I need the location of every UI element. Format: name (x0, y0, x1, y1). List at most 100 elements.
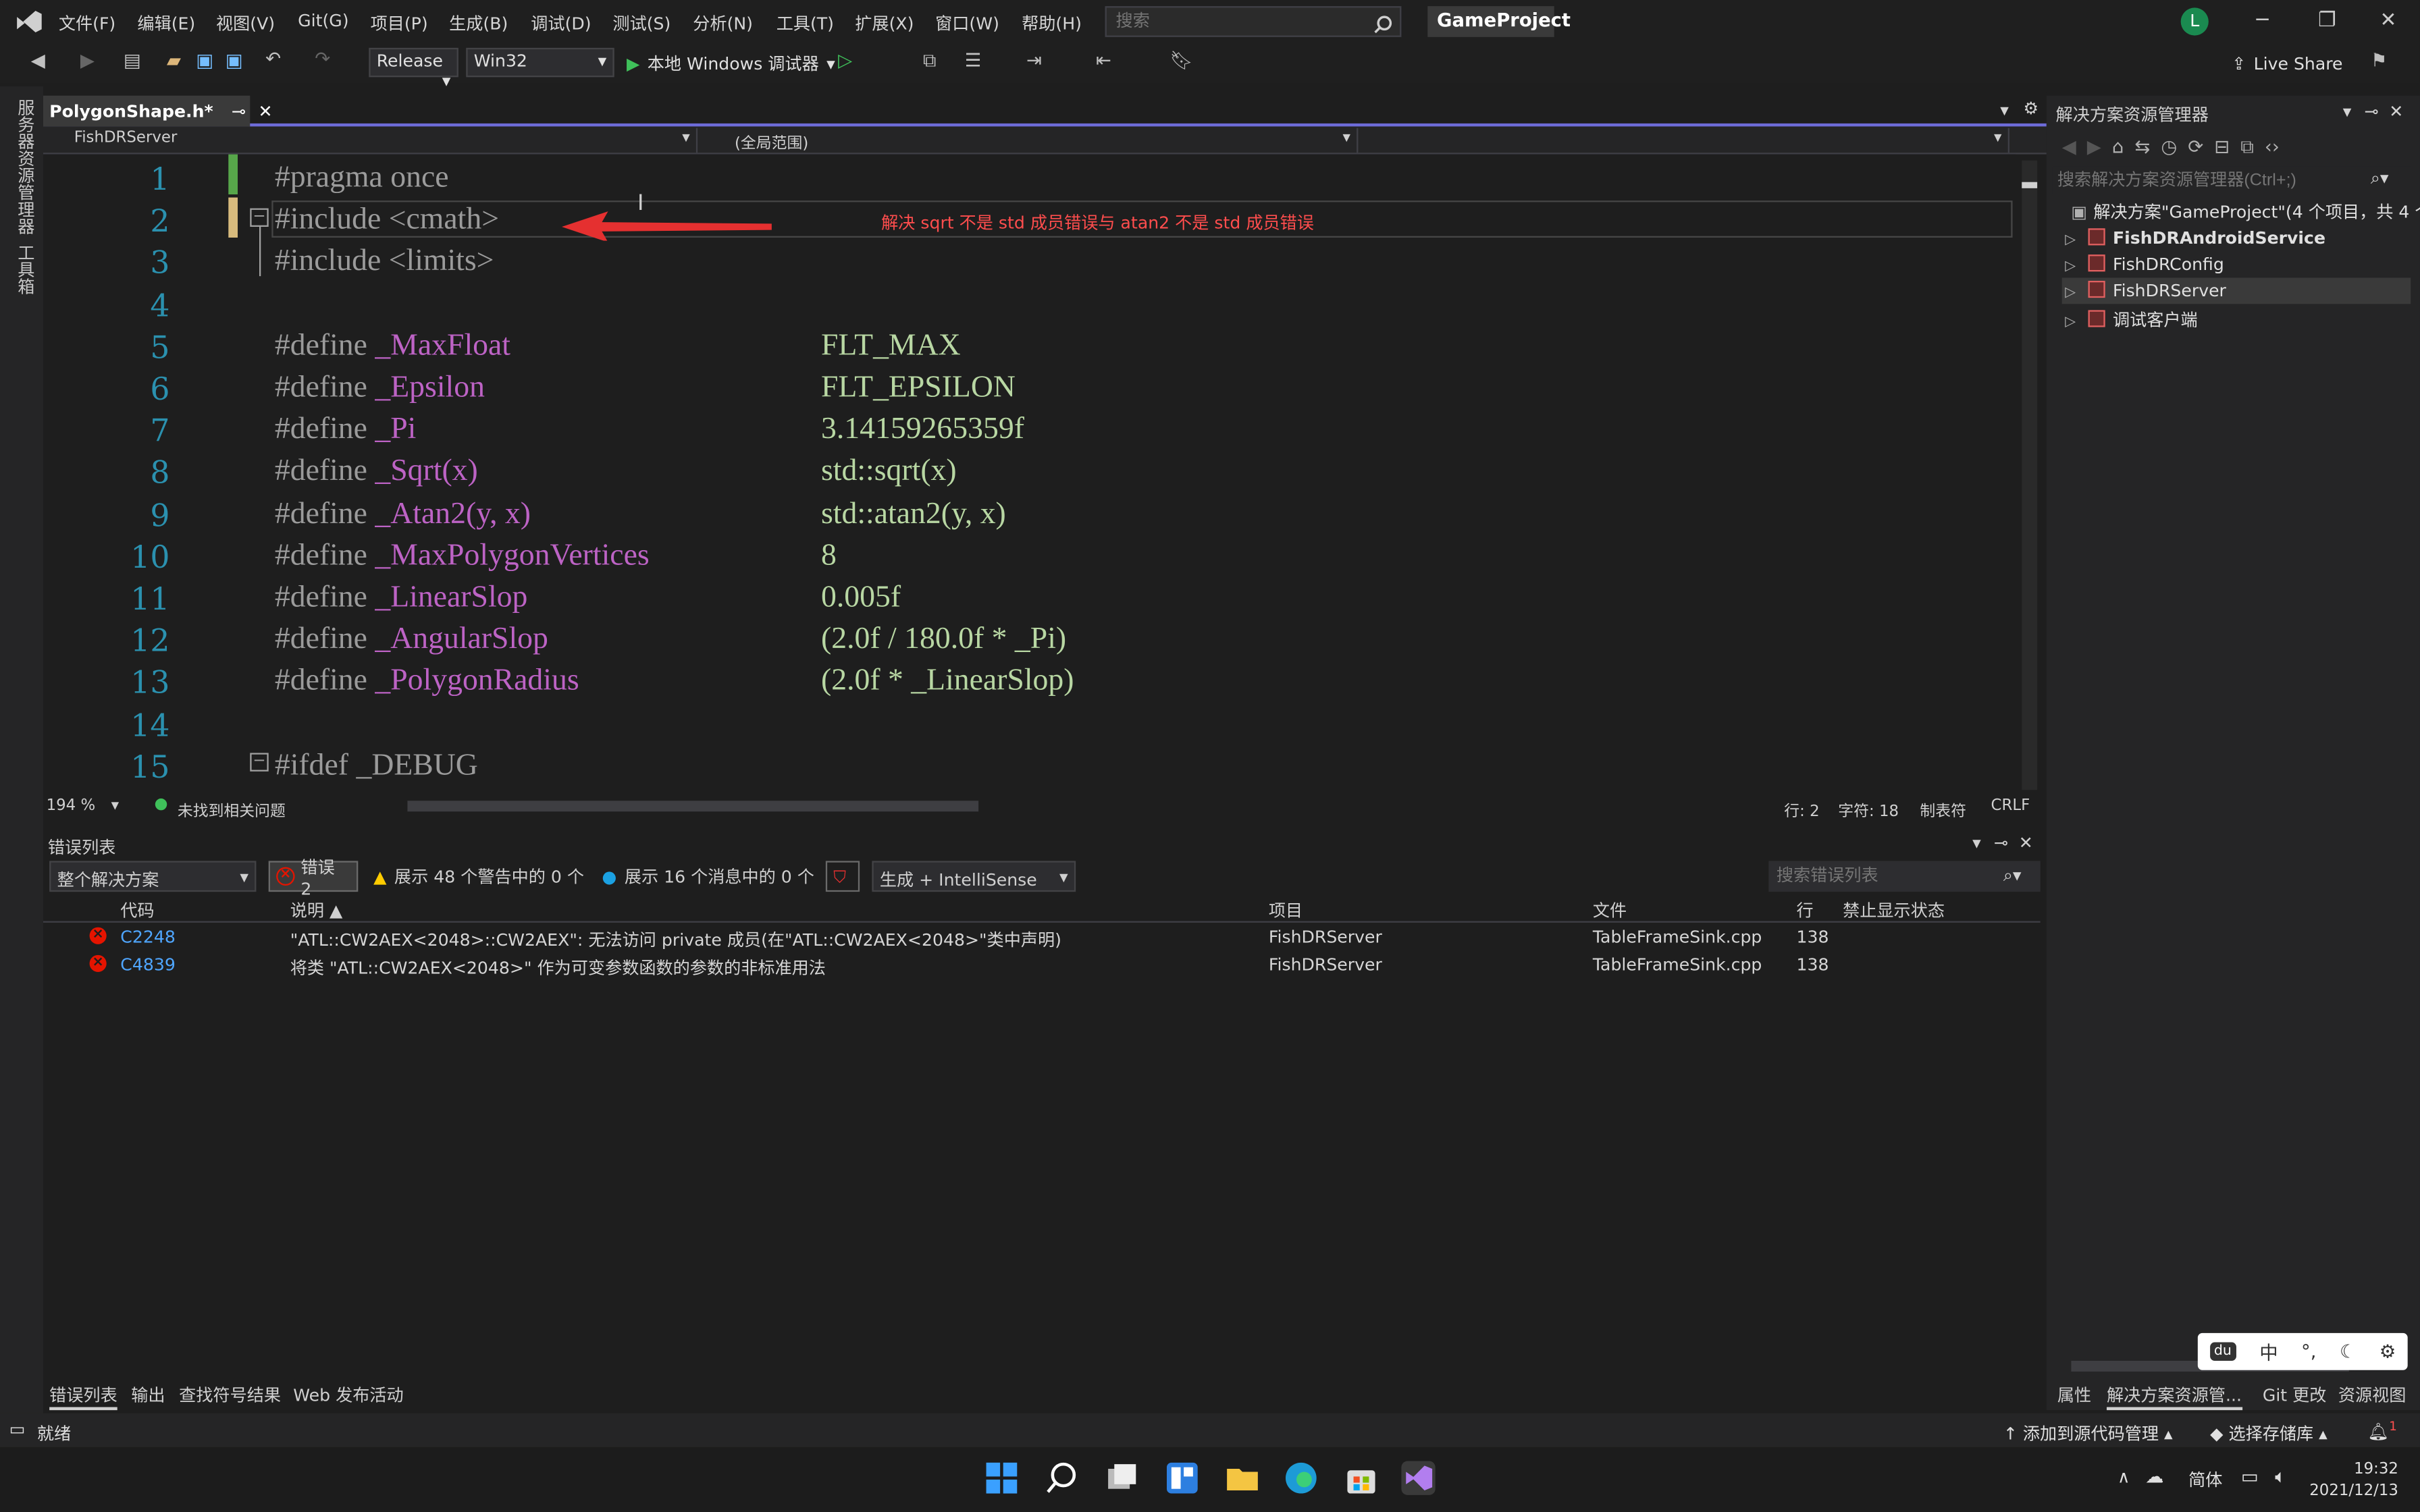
indent-icon[interactable]: ⇤ (1096, 49, 1111, 71)
menu-item-8[interactable]: 分析(N) (693, 11, 753, 36)
menu-item-6[interactable]: 调试(D) (531, 11, 591, 36)
menu-item-2[interactable]: 视图(V) (216, 11, 275, 36)
layout-icon[interactable]: ☰ (965, 49, 982, 71)
network-icon[interactable]: ▭ (2241, 1465, 2259, 1487)
macro-value[interactable]: std::atan2(y, x) (821, 496, 1006, 532)
collapse-all-icon[interactable]: ⊟ (2214, 136, 2230, 157)
code-text[interactable]: #include <limits> (275, 244, 494, 280)
expand-icon[interactable]: ▷ (2065, 259, 2076, 275)
ime-logo-icon[interactable]: du (2209, 1342, 2236, 1361)
cloud-icon[interactable]: ☁ (2145, 1465, 2163, 1487)
tab-solution-explorer[interactable]: 解决方案资源管... (2106, 1382, 2242, 1411)
platform-select[interactable]: Win32 ▾ (466, 47, 614, 78)
code-view-icon[interactable]: ‹› (2265, 136, 2280, 157)
expand-icon[interactable]: ▷ (2065, 233, 2076, 248)
tab-error-list[interactable]: 错误列表 (49, 1382, 117, 1411)
back-icon[interactable]: ◀ (31, 49, 45, 71)
code-text[interactable]: #define _LinearSlop (275, 580, 528, 616)
solution-item[interactable]: ▷ FishDRConfig (2062, 252, 2411, 278)
eol-mode[interactable]: CRLF (1991, 798, 2030, 815)
horizontal-scrollbar[interactable] (407, 801, 979, 812)
tab-git-changes[interactable]: Git 更改 (2263, 1382, 2327, 1407)
vertical-scrollbar[interactable] (2022, 160, 2038, 790)
visual-studio-icon[interactable] (1401, 1461, 1436, 1495)
server-explorer-tab[interactable]: 服务器资源管理器 (12, 99, 37, 234)
warnings-toggle[interactable]: ▲ 展示 48 个警告中的 0 个 (367, 861, 590, 892)
ime-settings-icon[interactable]: ⚙ (2379, 1341, 2396, 1362)
new-item-icon[interactable]: ▤ (124, 49, 141, 71)
taskbar-lang[interactable]: 简体 (2188, 1467, 2222, 1492)
solution-search-input[interactable] (2052, 166, 2411, 194)
redo-icon[interactable]: ↷ (315, 48, 330, 70)
save-all-icon[interactable]: ▣ (226, 49, 243, 71)
menu-item-1[interactable]: 编辑(E) (137, 11, 195, 36)
edge-icon[interactable] (1284, 1461, 1318, 1495)
menu-item-3[interactable]: Git(G) (298, 11, 348, 31)
feedback-icon[interactable]: ⚑ (2371, 49, 2388, 71)
scroll-thumb[interactable] (2022, 182, 2038, 188)
tab-dropdown-icon[interactable]: ▾ (2000, 101, 2009, 121)
code-text[interactable]: #define _Pi (275, 412, 417, 448)
code-text[interactable]: #define _Epsilon (275, 371, 485, 406)
toolbar-tools-icon[interactable]: ⧉ (923, 49, 937, 72)
solution-item[interactable]: ▷ FishDRServer (2061, 277, 2411, 304)
code-text[interactable]: #define _PolygonRadius (275, 664, 579, 700)
macro-value[interactable]: FLT_EPSILON (821, 371, 1016, 406)
menu-item-5[interactable]: 生成(B) (449, 11, 508, 36)
save-icon[interactable]: ▣ (196, 49, 213, 71)
col-project[interactable]: 项目 (1269, 898, 1303, 923)
bookmark-icon[interactable]: 🔖︎ (1170, 49, 1194, 71)
code-text[interactable]: #define _MaxPolygonVertices (275, 538, 650, 574)
code-text[interactable]: #define _AngularSlop (275, 622, 548, 658)
avatar[interactable]: L (2180, 7, 2209, 36)
sol-close-icon[interactable]: ✕ (2389, 102, 2403, 122)
tab-polygonshape[interactable]: PolygonShape.h* ⊸ ✕ (43, 95, 273, 127)
scope-filter-select[interactable]: 整个解决方案 ▾ (49, 861, 257, 892)
pos-line[interactable]: 行: 2 (1784, 798, 1819, 821)
menu-item-9[interactable]: 工具(T) (777, 11, 834, 36)
collapse-icon[interactable]: − (250, 753, 269, 772)
editor-settings-icon[interactable]: ⚙ (2024, 99, 2039, 119)
menu-item-10[interactable]: 扩展(X) (855, 11, 914, 36)
build-source-select[interactable]: 生成 + IntelliSense ▾ (872, 861, 1076, 892)
macro-value[interactable]: (2.0f / 180.0f * _Pi) (821, 622, 1066, 658)
code-text[interactable]: #pragma once (275, 161, 449, 196)
solution-item[interactable]: ▷ 调试客户端 (2062, 304, 2411, 330)
home-icon[interactable]: ⌂ (2112, 136, 2124, 157)
expand-icon[interactable]: ▷ (2065, 286, 2076, 301)
moon-icon[interactable]: ☾ (2340, 1341, 2357, 1362)
file-explorer-icon[interactable] (1226, 1461, 1259, 1495)
search-input[interactable] (1105, 6, 1402, 37)
sol-dropdown-icon[interactable]: ▾ (2343, 102, 2352, 122)
col-line[interactable]: 行 (1797, 898, 1814, 923)
collapse-icon[interactable]: − (250, 208, 269, 227)
menu-item-7[interactable]: 测试(S) (612, 11, 670, 36)
store-icon[interactable] (1344, 1461, 1378, 1495)
back-icon[interactable]: ◀ (2062, 136, 2076, 157)
menu-item-12[interactable]: 帮助(H) (1022, 11, 1082, 36)
error-code[interactable]: C2248 (120, 927, 176, 948)
code-text[interactable]: #include <cmath> (275, 202, 499, 238)
col-suppress[interactable]: 禁止显示状态 (1843, 898, 1945, 923)
filter-icon[interactable]: ⛉ (825, 861, 860, 892)
menu-item-0[interactable]: 文件(F) (59, 11, 115, 36)
col-code[interactable]: 代码 (120, 898, 154, 923)
search-icon[interactable] (1373, 11, 1392, 34)
forward-icon[interactable]: ▶ (2087, 136, 2101, 157)
code-text[interactable]: #define _MaxFloat (275, 328, 510, 364)
toolbox-tab[interactable]: 工具箱 (12, 244, 37, 294)
clock[interactable]: 19:32 2021/12/13 (2309, 1459, 2398, 1503)
error-code[interactable]: C4839 (120, 955, 176, 975)
tab-resource-view[interactable]: 资源视图 (2338, 1382, 2406, 1407)
macro-value[interactable]: std::sqrt(x) (821, 454, 957, 490)
restore-icon[interactable]: ❐ (2318, 9, 2336, 32)
macro-value[interactable]: 3.14159265359f (821, 412, 1024, 448)
sol-pin-icon[interactable]: ⊸ (2365, 102, 2379, 122)
history-icon[interactable]: ◷ (2161, 136, 2177, 157)
macro-value[interactable]: 8 (821, 538, 837, 574)
config-select[interactable]: Release ▾ (369, 47, 458, 91)
col-desc[interactable]: 说明 ▲ (290, 898, 343, 923)
solution-root[interactable]: ▣ 解决方案"GameProject"(4 个项目，共 4 个 (2071, 199, 2420, 224)
widgets-icon[interactable] (1165, 1461, 1199, 1495)
macro-value[interactable]: 0.005f (821, 580, 901, 616)
